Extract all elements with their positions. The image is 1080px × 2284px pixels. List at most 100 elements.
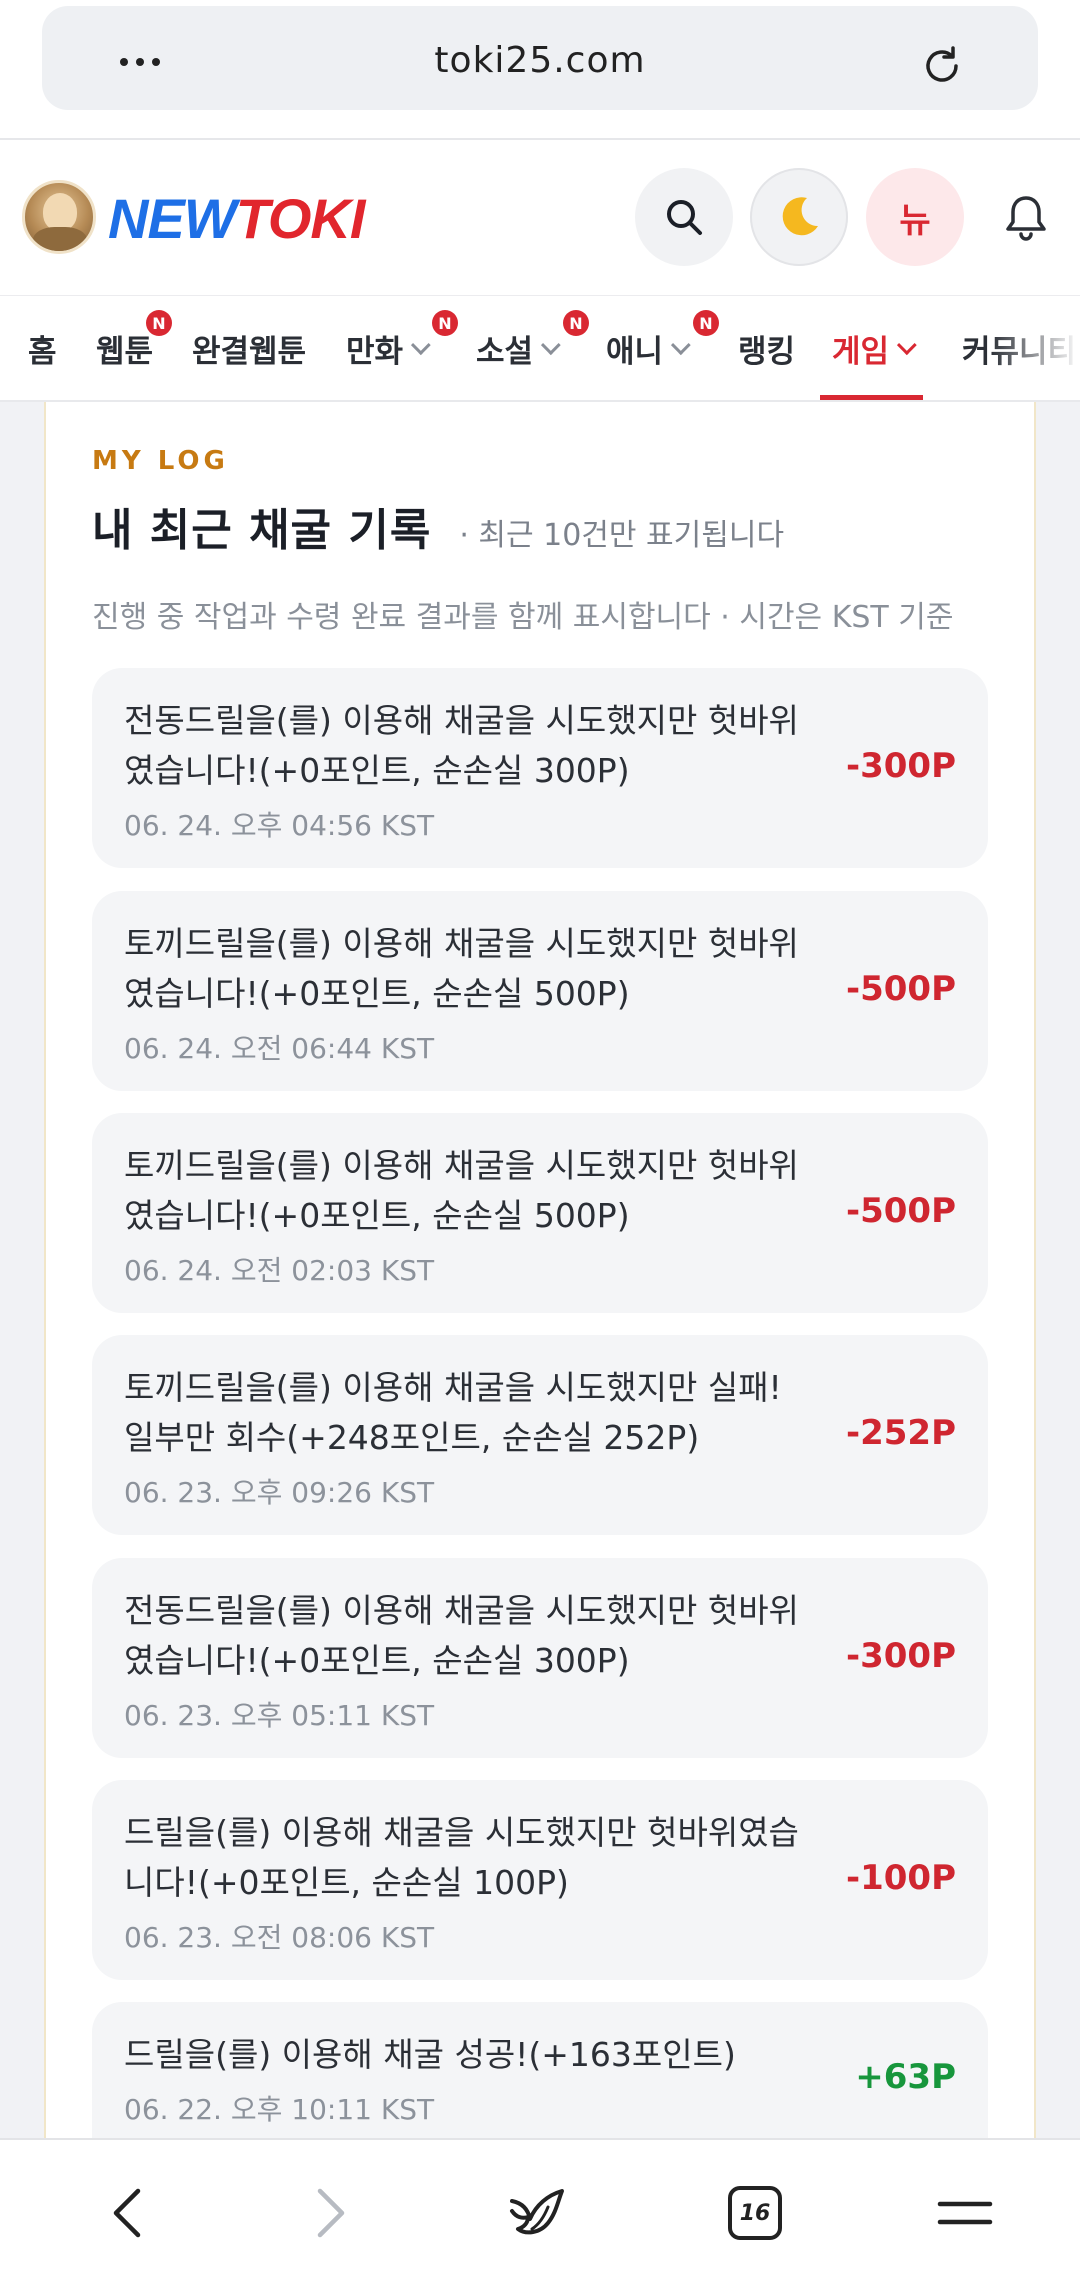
log-time: 06. 23. 오전 08:06 KST xyxy=(124,1921,435,1954)
new-button-label: 뉴 xyxy=(899,200,931,241)
log-line: 전동드릴을(를) 이용해 채굴을 시도했지만 헛바위 xyxy=(124,701,799,740)
nav-item-home[interactable]: 홈 xyxy=(28,296,57,400)
chevron-down-icon xyxy=(670,335,691,356)
section-title: 내 최근 채굴 기록 xyxy=(92,505,432,556)
log-line: 전동드릴을(를) 이용해 채굴을 시도했지만 헛바위 xyxy=(124,1591,799,1630)
logo-avatar[interactable] xyxy=(22,180,96,254)
moon-icon xyxy=(782,197,818,236)
new-button[interactable]: 뉴 xyxy=(866,168,964,266)
nav-label: 완결웹툰 xyxy=(192,333,307,370)
site-header: NEWTOKI 뉴 xyxy=(0,138,1080,296)
section-title-note: · 최근 10건만 표기됩니다 xyxy=(459,518,785,553)
log-amount: -300P xyxy=(845,746,956,786)
nav-item-ranking[interactable]: 랭킹 xyxy=(738,296,795,400)
log-line: 니다!(+0포인트, 순손실 100P) xyxy=(124,1863,569,1902)
category-nav: 홈 웹툰 N 완결웹툰 만화 N 소설 N 애니 N 랭킹 게임 커뮤니티 xyxy=(0,296,1080,402)
search-icon xyxy=(667,200,702,235)
nav-item-game[interactable]: 게임 xyxy=(819,296,924,400)
new-badge: N xyxy=(693,310,719,336)
chevron-down-icon xyxy=(540,335,561,356)
log-line: 드릴을(를) 이용해 채굴을 시도했지만 헛바위였습 xyxy=(124,1813,799,1852)
log-time: 06. 24. 오후 04:56 KST xyxy=(124,809,435,842)
menu-button[interactable] xyxy=(930,2180,1000,2246)
log-line: 토끼드릴을(를) 이용해 채굴을 시도했지만 헛바위 xyxy=(124,924,799,963)
nav-label: 홈 xyxy=(28,333,57,370)
log-message: 토끼드릴을(를) 이용해 채굴을 시도했지만 헛바위였습니다!(+0포인트, 순… xyxy=(124,919,824,1019)
tabs-icon: 16 xyxy=(728,2186,782,2240)
section-subtitle: 진행 중 작업과 수령 완료 결과를 함께 표시합니다 · 시간은 KST 기준 xyxy=(92,600,954,635)
dark-mode-button[interactable] xyxy=(750,168,848,266)
log-message: 드릴을(를) 이용해 채굴을 시도했지만 헛바위였습니다!(+0포인트, 순손실… xyxy=(124,1808,824,1908)
card-top xyxy=(44,402,1036,422)
log-time: 06. 24. 오전 02:03 KST xyxy=(124,1254,435,1287)
tabs-button[interactable]: 16 xyxy=(720,2180,790,2246)
log-time: 06. 24. 오전 06:44 KST xyxy=(124,1032,435,1065)
log-line: 토끼드릴을(를) 이용해 채굴을 시도했지만 실패! xyxy=(124,1368,782,1407)
log-item: 토끼드릴을(를) 이용해 채굴을 시도했지만 실패! 일부만 회수(+248포인트… xyxy=(92,1335,988,1535)
log-message: 토끼드릴을(를) 이용해 채굴을 시도했지만 실패! 일부만 회수(+248포인트… xyxy=(124,1363,824,1463)
log-amount: -252P xyxy=(845,1413,956,1453)
back-icon xyxy=(113,2188,141,2238)
section-eyebrow: MY LOG xyxy=(92,446,229,476)
log-line: 였습니다!(+0포인트, 순손실 300P) xyxy=(124,1641,630,1680)
log-line: 였습니다!(+0포인트, 순손실 300P) xyxy=(124,751,630,790)
nav-item-completed-webtoon[interactable]: 완결웹툰 xyxy=(192,296,306,400)
log-line: 토끼드릴을(를) 이용해 채굴을 시도했지만 헛바위 xyxy=(124,1146,799,1185)
section-title-row: 내 최근 채굴 기록 · 최근 10건만 표기됩니다 xyxy=(92,494,784,558)
log-line: 였습니다!(+0포인트, 순손실 500P) xyxy=(124,1196,630,1235)
bell-icon[interactable] xyxy=(1000,192,1052,244)
logo-toki-text: TOKI xyxy=(235,187,366,250)
nav-label: 게임 xyxy=(832,333,890,370)
page-content: MY LOG 내 최근 채굴 기록 · 최근 10건만 표기됩니다 진행 중 작… xyxy=(0,402,1080,2138)
log-line: 였습니다!(+0포인트, 순손실 500P) xyxy=(124,974,630,1013)
log-message: 전동드릴을(를) 이용해 채굴을 시도했지만 헛바위였습니다!(+0포인트, 순… xyxy=(124,1586,824,1686)
log-amount: -300P xyxy=(845,1636,956,1676)
browser-top-bar: toki25.com xyxy=(0,0,1080,138)
log-amount: -500P xyxy=(845,969,956,1009)
nav-label: 랭킹 xyxy=(738,333,796,370)
nav-item-webtoon[interactable]: 웹툰 xyxy=(96,296,153,400)
log-item: 토끼드릴을(를) 이용해 채굴을 시도했지만 헛바위였습니다!(+0포인트, 순… xyxy=(92,1113,988,1313)
log-amount: -500P xyxy=(845,1191,956,1231)
log-message: 드릴을(를) 이용해 채굴 성공!(+163포인트) xyxy=(124,2030,824,2080)
log-line: 일부만 회수(+248포인트, 순손실 252P) xyxy=(124,1418,700,1457)
reload-icon[interactable] xyxy=(920,44,964,88)
log-amount: -100P xyxy=(845,1858,956,1898)
log-time: 06. 23. 오후 05:11 KST xyxy=(124,1699,435,1732)
menu-icon xyxy=(937,2201,993,2225)
log-time: 06. 22. 오후 10:11 KST xyxy=(124,2093,435,2126)
nav-item-anime[interactable]: 애니 xyxy=(606,296,691,400)
logo-new-text: NEW xyxy=(108,187,237,250)
nav-label: 만화 xyxy=(346,333,404,370)
browser-bottom-bar: 16 xyxy=(0,2138,1080,2284)
log-message: 토끼드릴을(를) 이용해 채굴을 시도했지만 헛바위였습니다!(+0포인트, 순… xyxy=(124,1141,824,1241)
log-item: 전동드릴을(를) 이용해 채굴을 시도했지만 헛바위였습니다!(+0포인트, 순… xyxy=(92,1558,988,1758)
home-whale-button[interactable] xyxy=(502,2180,572,2246)
nav-label: 소설 xyxy=(476,333,534,370)
log-item: 토끼드릴을(를) 이용해 채굴을 시도했지만 헛바위였습니다!(+0포인트, 순… xyxy=(92,891,988,1091)
search-button[interactable] xyxy=(635,168,733,266)
nav-fade xyxy=(990,296,1080,400)
address-bar[interactable]: toki25.com xyxy=(42,6,1038,110)
log-item: 드릴을(를) 이용해 채굴을 시도했지만 헛바위였습니다!(+0포인트, 순손실… xyxy=(92,1780,988,1980)
nav-label: 웹툰 xyxy=(96,333,154,370)
chevron-down-icon xyxy=(410,335,431,356)
site-logo[interactable]: NEWTOKI xyxy=(108,186,366,251)
whale-icon xyxy=(510,2189,564,2235)
chevron-down-icon xyxy=(896,335,917,356)
log-item: 전동드릴을(를) 이용해 채굴을 시도했지만 헛바위였습니다!(+0포인트, 순… xyxy=(92,668,988,868)
url-text[interactable]: toki25.com xyxy=(42,40,1038,81)
nav-item-manga[interactable]: 만화 xyxy=(346,296,431,400)
new-badge: N xyxy=(563,310,589,336)
back-button[interactable] xyxy=(98,2180,158,2246)
new-badge: N xyxy=(146,310,172,336)
nav-item-novel[interactable]: 소설 xyxy=(476,296,561,400)
log-line: 드릴을(를) 이용해 채굴 성공!(+163포인트) xyxy=(124,2035,736,2074)
forward-button[interactable] xyxy=(300,2180,360,2246)
log-amount: +63P xyxy=(855,2057,956,2097)
log-item: 드릴을(를) 이용해 채굴 성공!(+163포인트) 06. 22. 오후 10… xyxy=(92,2002,988,2138)
tab-count: 16 xyxy=(739,2200,771,2226)
forward-icon xyxy=(317,2188,345,2238)
nav-label: 애니 xyxy=(606,333,664,370)
log-time: 06. 23. 오후 09:26 KST xyxy=(124,1476,435,1509)
